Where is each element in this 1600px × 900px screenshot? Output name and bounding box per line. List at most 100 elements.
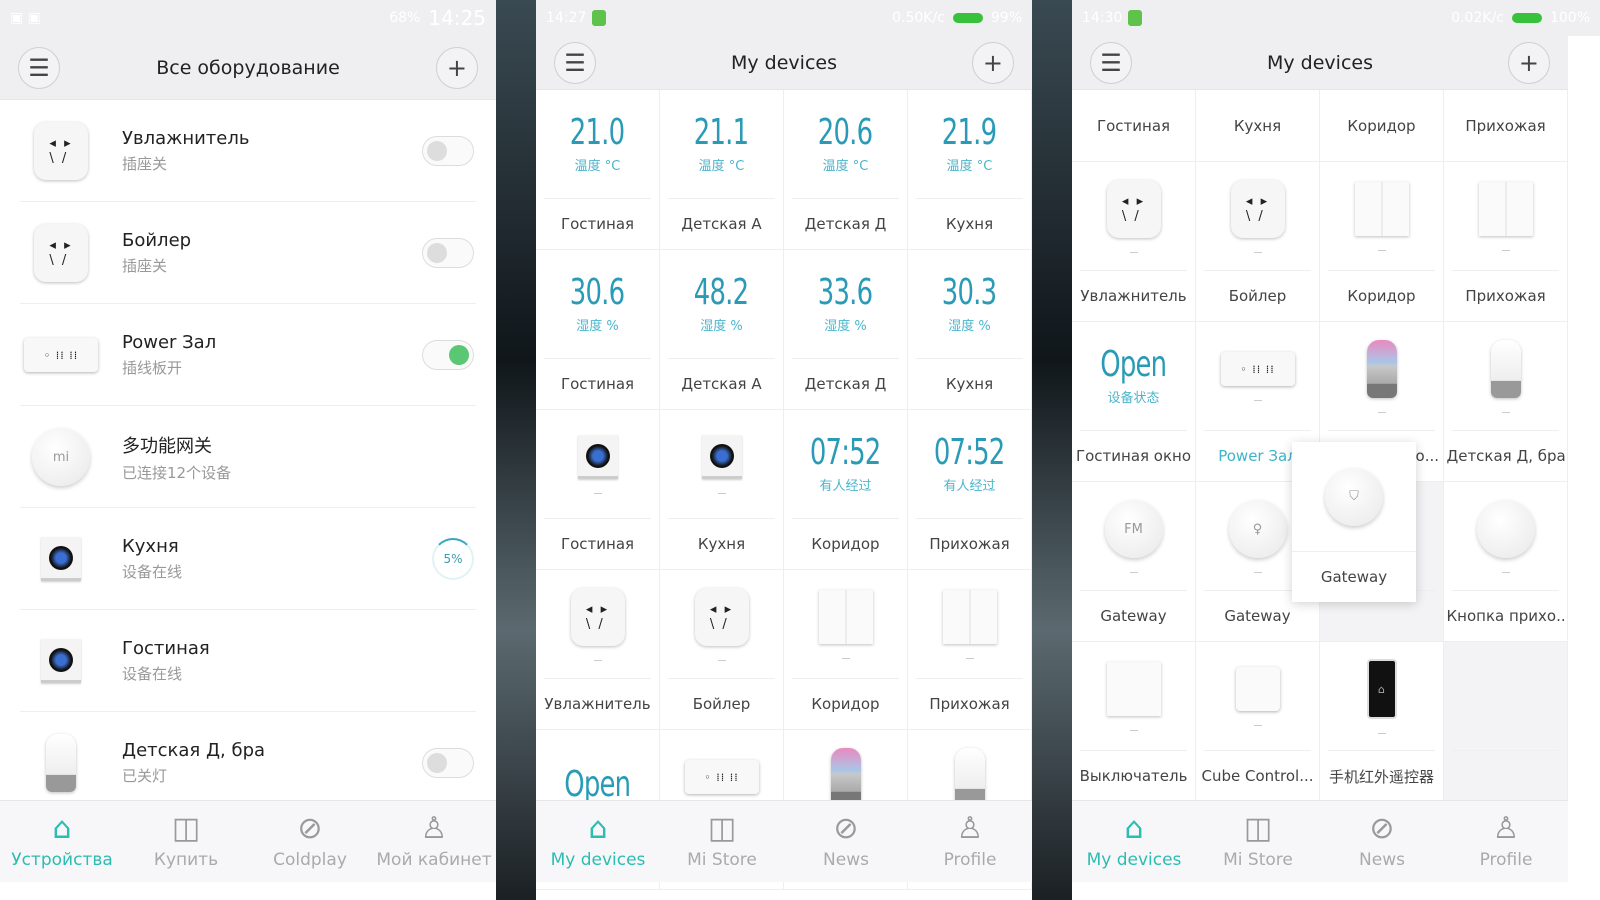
nav-tab-store[interactable]: ◫ Купить (124, 801, 248, 882)
device-list-item[interactable]: ◦ ⁞⁞ ⁞⁞ Power Зал 插线板开 (0, 304, 496, 406)
device-tile[interactable]: Прихожая (1444, 162, 1568, 322)
sensor-value: 21.1 (694, 112, 749, 154)
nav-tab-label: My devices (550, 849, 646, 870)
sensor-value: 20.6 (818, 112, 873, 154)
device-tile[interactable]: 21.0 温度 °C Гостиная (536, 90, 660, 250)
bulb-icon (1490, 340, 1521, 399)
nav-tab-compass[interactable]: ⊘ Coldplay (248, 801, 372, 882)
device-tile[interactable]: 07:52 有人经过 Прихожая (908, 410, 1032, 570)
device-tile[interactable]: Детская Д, бра (1444, 322, 1568, 482)
device-tile[interactable]: 20.6 温度 °C Детская Д (784, 90, 908, 250)
device-tile[interactable]: 33.6 湿度 % Детская Д (784, 250, 908, 410)
progress-indicator: 5% (432, 538, 474, 580)
dragged-device-tile[interactable]: ⛉ Gateway (1292, 442, 1416, 602)
device-tile[interactable]: ◂ ▸ \ / Увлажнитель (1072, 162, 1196, 322)
compass-icon: ⊘ (833, 811, 859, 846)
nav-tab-label: Мой кабинет (376, 849, 492, 870)
add-device-button[interactable]: + (971, 41, 1014, 84)
sensor-value: 33.6 (818, 272, 873, 314)
device-tile[interactable]: ◂ ▸ \ / Бойлер (660, 570, 784, 730)
home-icon: ⌂ (1124, 811, 1144, 846)
device-label: Gateway (1100, 607, 1167, 626)
device-status: 设备在线 (122, 563, 183, 581)
device-label: Увлажнитель (544, 695, 651, 714)
device-tile[interactable]: Гостиная (536, 410, 660, 570)
device-tile[interactable]: Прихожая (1444, 90, 1568, 162)
camera-icon (41, 639, 81, 683)
device-list-item[interactable]: ◂ ▸ \ / Увлажнитель 插座关 (0, 100, 496, 202)
nav-tab-person[interactable]: ♙ Profile (1444, 801, 1568, 882)
device-tile[interactable]: ◂ ▸ \ / Увлажнитель (536, 570, 660, 730)
device-tile[interactable]: Кухня (1196, 90, 1320, 162)
device-list-item[interactable]: Детская Д, бра 已关灯 (0, 712, 496, 814)
sensor-value: 48.2 (694, 272, 749, 314)
power-toggle[interactable] (422, 136, 474, 166)
network-speed: 0.50K/c (892, 10, 945, 26)
strip-icon: ◦ ⁞⁞ ⁞⁞ (1220, 352, 1295, 387)
device-tile[interactable]: FM Gateway (1072, 482, 1196, 642)
nav-tab-compass[interactable]: ⊘ News (784, 801, 908, 882)
device-label: Power Зал (1218, 447, 1297, 466)
nav-tab-person[interactable]: ♙ Мой кабинет (372, 801, 496, 882)
plus-icon: + (982, 48, 1004, 77)
device-tile[interactable]: Кухня (660, 410, 784, 570)
nav-tab-label: Mi Store (1223, 849, 1293, 870)
device-tile[interactable]: Гостиная (1072, 90, 1196, 162)
menu-button[interactable]: ☰ (18, 46, 60, 89)
gateway-icon: mi (32, 428, 90, 486)
add-device-button[interactable]: + (435, 46, 478, 89)
device-label: Коридор (1347, 287, 1416, 306)
device-tile[interactable]: Open 设备状态 Гостиная окно (1072, 322, 1196, 482)
device-tile[interactable]: Прихожая (908, 570, 1032, 730)
nav-tab-home[interactable]: ⌂ Устройства (0, 801, 124, 882)
power-toggle[interactable] (422, 748, 474, 778)
socket-icon: ◂ ▸ \ / (34, 224, 88, 282)
device-tile[interactable]: 21.9 温度 °C Кухня (908, 90, 1032, 250)
battery-icon (952, 13, 983, 23)
device-label: Детская Д (804, 375, 887, 394)
device-tile[interactable]: 30.6 湿度 % Гостиная (536, 250, 660, 410)
power-toggle[interactable] (422, 340, 474, 370)
device-label: Коридор (811, 695, 880, 714)
notification-icons: ▣ ▣ (10, 10, 41, 26)
power-toggle[interactable] (422, 238, 474, 268)
device-label: Кухня (1233, 116, 1282, 135)
device-tile[interactable]: Выключатель (1072, 642, 1196, 802)
nav-tab-compass[interactable]: ⊘ News (1320, 801, 1444, 882)
device-list-item[interactable]: ◂ ▸ \ / Бойлер 插座关 (0, 202, 496, 304)
device-tile[interactable]: ⌂ 手机红外遥控器 (1320, 642, 1444, 802)
nav-tab-home[interactable]: ⌂ My devices (1072, 801, 1196, 882)
device-tile[interactable]: 21.1 温度 °C Детская А (660, 90, 784, 250)
sensor-unit: 有人经过 (943, 479, 996, 495)
nav-tab-person[interactable]: ♙ Profile (908, 801, 1032, 882)
nav-tab-label: Купить (153, 849, 219, 870)
device-label: Увлажнитель (1080, 287, 1187, 306)
device-list-item[interactable]: mi 多功能网关 已连接12个设备 (0, 406, 496, 508)
device-list-item[interactable]: Кухня 设备在线 5% (0, 508, 496, 610)
nav-tab-label: Profile (943, 849, 997, 870)
device-tile[interactable]: Коридор (784, 570, 908, 730)
device-list-item[interactable]: Гостиная 设备在线 (0, 610, 496, 712)
device-status: 插线板开 (122, 359, 183, 377)
nav-tab-home[interactable]: ⌂ My devices (536, 801, 660, 882)
device-tile[interactable]: 30.3 湿度 % Кухня (908, 250, 1032, 410)
menu-button[interactable]: ☰ (554, 41, 596, 84)
phone-icon: ⌂ (1366, 659, 1397, 720)
panel-my-devices-edit: 14:30 0.02K/c 100% ☰ My devices + Гостина… (1072, 0, 1600, 900)
device-tile[interactable]: Cube Control... (1196, 642, 1320, 802)
socket-icon: ◂ ▸ \ / (1230, 180, 1285, 239)
bottom-nav: ⌂ My devices ◫ Mi Store ⊘ News ♙ Profile (1072, 800, 1568, 882)
device-tile[interactable]: ◂ ▸ \ / Бойлер (1196, 162, 1320, 322)
nav-tab-store[interactable]: ◫ Mi Store (660, 801, 784, 882)
nav-tab-store[interactable]: ◫ Mi Store (1196, 801, 1320, 882)
device-tile[interactable]: Коридор (1320, 162, 1444, 322)
device-tile[interactable]: 07:52 有人经过 Коридор (784, 410, 908, 570)
device-tile[interactable]: Коридор (1320, 90, 1444, 162)
menu-button[interactable]: ☰ (1090, 41, 1132, 84)
device-tile[interactable]: 48.2 湿度 % Детская А (660, 250, 784, 410)
device-status: 插座关 (122, 155, 168, 173)
device-label: Выключатель (1079, 767, 1188, 786)
sensor-unit: 温度 °C (698, 159, 745, 175)
add-device-button[interactable]: + (1507, 41, 1550, 84)
device-tile[interactable]: Кнопка прихо... (1444, 482, 1568, 642)
